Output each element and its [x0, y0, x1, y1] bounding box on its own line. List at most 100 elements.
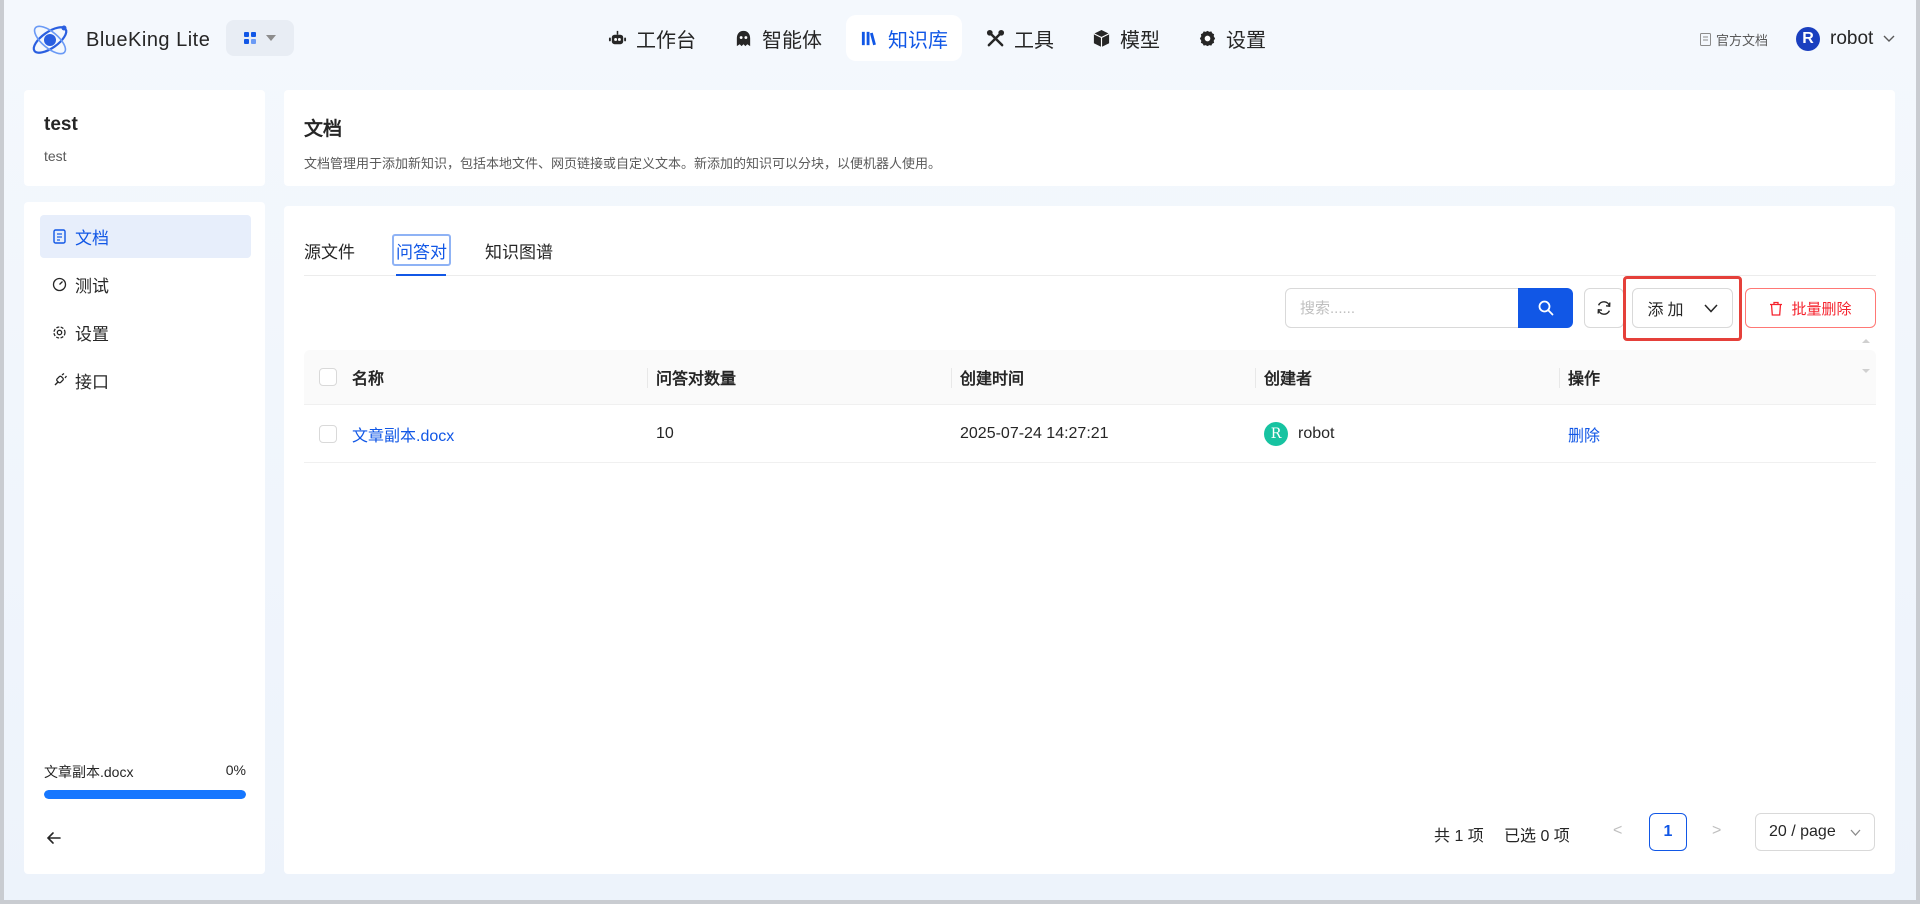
knowledge-base-name: test	[44, 114, 78, 135]
user-name: robot	[1830, 28, 1874, 49]
user-menu[interactable]: R robot	[1796, 27, 1895, 51]
blueking-logo-icon	[32, 25, 68, 55]
robot-icon	[608, 30, 627, 44]
row-checkbox[interactable]	[319, 424, 337, 443]
chevron-down-icon	[1850, 829, 1861, 836]
top-header: BlueKing Lite 工作台 智能体 知识库 工具 模型 设置 官方文档 …	[0, 0, 1920, 76]
search-button[interactable]	[1518, 288, 1573, 328]
main-nav: 工作台 智能体 知识库 工具 模型 设置	[594, 15, 1280, 61]
document-icon	[1700, 33, 1711, 46]
main-content: 源文件 问答对 知识图谱 添加 批量删除	[284, 206, 1895, 874]
qa-count: 10	[656, 424, 674, 442]
plug-icon	[54, 373, 67, 386]
nav-knowledge-base[interactable]: 知识库	[846, 15, 962, 61]
scroll-down-icon	[1862, 369, 1870, 373]
scroll-up-icon	[1862, 339, 1870, 343]
nav-label: 设置	[1226, 29, 1266, 52]
sidebar-item-label: 文档	[75, 229, 109, 248]
brand[interactable]: BlueKing Lite	[28, 18, 210, 62]
pagination-selected: 已选 0 项	[1504, 828, 1570, 845]
progress-fill	[44, 790, 246, 799]
add-dropdown-button[interactable]: 添加	[1632, 288, 1733, 328]
avatar: R	[1796, 27, 1820, 51]
nav-label: 模型	[1120, 29, 1160, 52]
nav-workbench[interactable]: 工作台	[594, 15, 710, 61]
sidebar-item-settings[interactable]: 设置	[40, 311, 251, 354]
brand-name: BlueKing Lite	[86, 28, 211, 51]
created-at: 2025-07-24 14:27:21	[960, 424, 1109, 442]
gear-icon	[53, 326, 66, 339]
tab-qa-pairs[interactable]: 问答对	[392, 234, 451, 266]
page-header: 文档 文档管理用于添加新知识，包括本地文件、网页链接或自定义文本。新添加的知识可…	[284, 90, 1895, 186]
chevron-down-icon	[1883, 35, 1895, 42]
tab-source-files[interactable]: 源文件	[304, 234, 355, 266]
back-arrow-icon[interactable]	[44, 828, 64, 848]
nav-agents[interactable]: 智能体	[720, 15, 836, 61]
pagination-page-1[interactable]: 1	[1649, 813, 1687, 851]
column-header-qa-count: 问答对数量	[647, 350, 960, 404]
nav-settings[interactable]: 设置	[1184, 15, 1280, 61]
gauge-icon	[52, 277, 67, 292]
table-scrollbar[interactable]	[1861, 336, 1871, 376]
sidebar-item-api[interactable]: 接口	[40, 359, 251, 402]
sidebar-item-label: 测试	[75, 277, 109, 296]
apps-grid-icon	[244, 32, 256, 44]
caret-down-icon	[266, 35, 276, 41]
refresh-button[interactable]	[1584, 288, 1624, 328]
nav-models[interactable]: 模型	[1078, 15, 1174, 61]
sidebar-item-label: 接口	[75, 373, 109, 392]
page-description: 文档管理用于添加新知识，包括本地文件、网页链接或自定义文本。新添加的知识可以分块…	[304, 156, 942, 171]
document-name-link[interactable]: 文章副本.docx	[352, 422, 454, 446]
tab-bar: 源文件 问答对 知识图谱	[304, 224, 1876, 276]
cube-icon	[1093, 29, 1110, 47]
progress-track	[44, 790, 246, 799]
pagination-next-button[interactable]: >	[1712, 822, 1721, 840]
official-docs-link[interactable]: 官方文档	[1700, 30, 1768, 49]
sidebar-item-documents[interactable]: 文档	[40, 215, 251, 258]
document-icon	[53, 229, 66, 244]
search-input[interactable]	[1285, 288, 1519, 328]
trash-icon	[1770, 301, 1783, 316]
sidebar-item-label: 设置	[75, 325, 109, 344]
nav-label: 知识库	[888, 29, 948, 52]
search-icon	[1538, 300, 1553, 316]
tools-icon	[986, 29, 1005, 46]
pagination-prev-button[interactable]: <	[1613, 822, 1622, 840]
qa-table: 名称 问答对数量 创建时间 创建者 操作 文章副本.docx 10 2025-0…	[304, 350, 1876, 463]
knowledge-base-card: test test	[24, 90, 265, 186]
nav-label: 智能体	[762, 29, 822, 52]
column-header-name: 名称	[352, 371, 385, 388]
agent-icon	[736, 30, 751, 46]
creator-name: robot	[1298, 424, 1335, 442]
app-switcher-button[interactable]	[226, 20, 294, 56]
official-docs-label: 官方文档	[1716, 33, 1769, 48]
page-size-select[interactable]: 20 / page	[1755, 813, 1875, 851]
column-header-creator: 创建者	[1255, 350, 1568, 404]
select-all-checkbox[interactable]	[319, 368, 337, 386]
gear-icon	[1199, 30, 1216, 46]
batch-delete-button[interactable]: 批量删除	[1745, 288, 1876, 328]
upload-percent: 0%	[225, 762, 246, 778]
upload-progress: 文章副本.docx 0%	[44, 762, 246, 799]
nav-label: 工具	[1014, 29, 1054, 52]
pagination: 共 1 项 已选 0 项 < 1 > 20 / page	[284, 812, 1895, 852]
active-tab-indicator	[396, 274, 446, 276]
page-title: 文档	[304, 119, 343, 140]
refresh-icon	[1597, 301, 1611, 315]
table-header: 名称 问答对数量 创建时间 创建者 操作	[304, 350, 1876, 405]
avatar: R	[1264, 421, 1288, 446]
batch-delete-label: 批量删除	[1791, 300, 1852, 318]
sidebar: 文档 测试 设置 接口 文章副本.docx 0%	[24, 202, 265, 874]
chevron-down-icon	[1703, 303, 1718, 313]
creator: R robot	[1264, 421, 1335, 446]
pagination-total: 共 1 项	[1434, 828, 1484, 845]
nav-label: 工作台	[636, 29, 696, 52]
column-header-actions: 操作	[1559, 350, 1868, 404]
sidebar-item-test[interactable]: 测试	[40, 263, 251, 306]
add-button-label: 添加	[1647, 302, 1688, 319]
knowledge-base-description: test	[44, 148, 67, 164]
nav-tools[interactable]: 工具	[972, 15, 1068, 61]
tab-knowledge-graph[interactable]: 知识图谱	[485, 234, 553, 266]
delete-row-link[interactable]: 删除	[1568, 422, 1600, 446]
column-header-created-at: 创建时间	[951, 350, 1264, 404]
